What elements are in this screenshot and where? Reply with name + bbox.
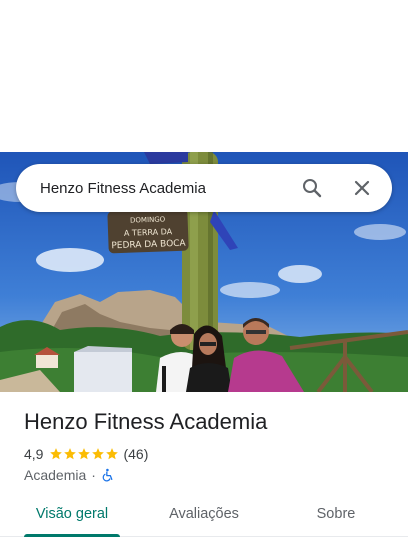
rating-value: 4,9 <box>24 446 44 462</box>
star-icon <box>50 448 63 460</box>
star-rating <box>49 447 119 461</box>
star-icon <box>92 448 105 460</box>
category-label: Academia <box>24 467 87 483</box>
tab-reviews[interactable]: Avaliações <box>156 492 252 536</box>
place-title: Henzo Fitness Academia <box>24 409 268 434</box>
search-input[interactable]: Henzo Fitness Academia <box>40 180 294 197</box>
separator-dot: · <box>91 467 96 483</box>
search-button[interactable] <box>294 170 330 206</box>
tab-about[interactable]: Sobre <box>296 492 376 536</box>
star-icon <box>78 448 91 460</box>
close-button[interactable] <box>344 170 380 206</box>
tab-overview[interactable]: Visão geral <box>24 492 120 537</box>
star-icon <box>64 448 77 460</box>
tab-reviews-label: Avaliações <box>169 506 239 522</box>
review-count[interactable]: (46) <box>123 446 148 462</box>
tab-about-label: Sobre <box>316 506 356 522</box>
active-tab-indicator <box>24 534 120 537</box>
search-icon <box>303 179 322 198</box>
svg-text:DOMINGO: DOMINGO <box>130 215 166 224</box>
category-row: Academia · <box>24 465 115 485</box>
rating-row[interactable]: 4,9 (46) <box>24 444 148 464</box>
close-icon <box>354 180 370 196</box>
svg-text:A TERRA DA: A TERRA DA <box>124 227 173 238</box>
search-bar[interactable]: Henzo Fitness Academia <box>16 164 392 212</box>
star-icon <box>106 448 119 460</box>
tab-overview-label: Visão geral <box>35 506 109 522</box>
tab-bar: Visão geral Avaliações Sobre <box>0 492 408 537</box>
wheelchair-icon <box>102 468 113 482</box>
